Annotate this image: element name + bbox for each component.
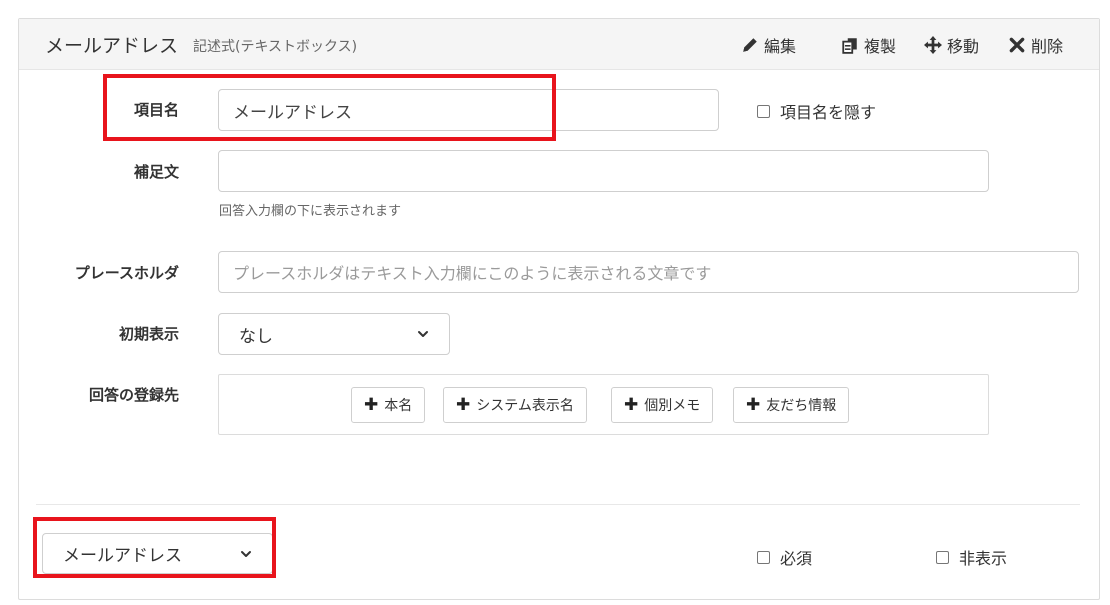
add-system-display-name-button[interactable]: ✚ システム表示名 <box>443 387 587 423</box>
edit-button[interactable]: 編集 <box>741 33 796 57</box>
plus-icon: ✚ <box>746 395 761 415</box>
friend-info-label: 友だち情報 <box>766 398 837 414</box>
plus-icon: ✚ <box>364 395 379 415</box>
placeholder-label: プレースホルダ <box>74 264 179 282</box>
plus-icon: ✚ <box>624 395 639 415</box>
add-friend-info-button[interactable]: ✚ 友だち情報 <box>733 387 850 423</box>
hide-item-name-checkbox[interactable]: 項目名を隠す <box>757 99 876 123</box>
card-header: メールアドレス 記述式(テキストボックス) 編集 複製 移動 削除 <box>19 19 1099 70</box>
footer-divider <box>36 504 1080 505</box>
delete-button[interactable]: 削除 <box>1008 33 1063 57</box>
initial-display-label: 初期表示 <box>118 325 179 343</box>
hide-item-name-label: 項目名を隠す <box>780 103 877 122</box>
header-actions: 編集 複製 移動 削除 <box>19 33 1099 57</box>
chevron-down-icon <box>418 331 428 337</box>
hide-item-name-box[interactable] <box>757 104 770 118</box>
hidden-box[interactable] <box>936 550 949 564</box>
move-button[interactable]: 移動 <box>924 33 979 57</box>
add-real-name-button[interactable]: ✚ 本名 <box>351 387 426 423</box>
add-individual-memo-button[interactable]: ✚ 個別メモ <box>611 387 714 423</box>
required-label: 必須 <box>780 549 813 568</box>
hidden-label: 非表示 <box>959 549 1008 568</box>
highlight-item-name <box>103 74 556 141</box>
initial-display-select[interactable]: なし <box>218 313 450 355</box>
required-box[interactable] <box>757 550 770 564</box>
individual-memo-label: 個別メモ <box>644 398 701 414</box>
destination-label: 回答の登録先 <box>88 386 179 404</box>
supplement-help-text: 回答入力欄の下に表示されます <box>219 204 402 219</box>
supplement-label: 補足文 <box>133 163 179 181</box>
duplicate-button[interactable]: 複製 <box>841 33 896 57</box>
required-checkbox[interactable]: 必須 <box>757 545 812 569</box>
destination-box: ✚ 本名 ✚ システム表示名 ✚ 個別メモ ✚ 友だち情報 <box>218 374 989 435</box>
edit-label: 編集 <box>764 37 797 56</box>
supplement-input[interactable] <box>218 150 989 192</box>
plus-icon: ✚ <box>456 395 471 415</box>
hidden-checkbox[interactable]: 非表示 <box>936 545 1007 569</box>
real-name-label: 本名 <box>384 398 413 414</box>
move-icon <box>924 36 942 54</box>
system-display-name-label: システム表示名 <box>476 398 574 414</box>
close-icon <box>1008 36 1026 54</box>
duplicate-label: 複製 <box>864 37 897 56</box>
placeholder-input[interactable]: プレースホルダはテキスト入力欄にこのように表示される文章です <box>218 251 1079 293</box>
delete-label: 削除 <box>1031 37 1064 56</box>
copy-icon <box>841 36 859 54</box>
highlight-type-select <box>33 517 276 578</box>
move-label: 移動 <box>947 37 980 56</box>
initial-display-value: なし <box>239 326 273 347</box>
pencil-icon <box>741 36 759 54</box>
